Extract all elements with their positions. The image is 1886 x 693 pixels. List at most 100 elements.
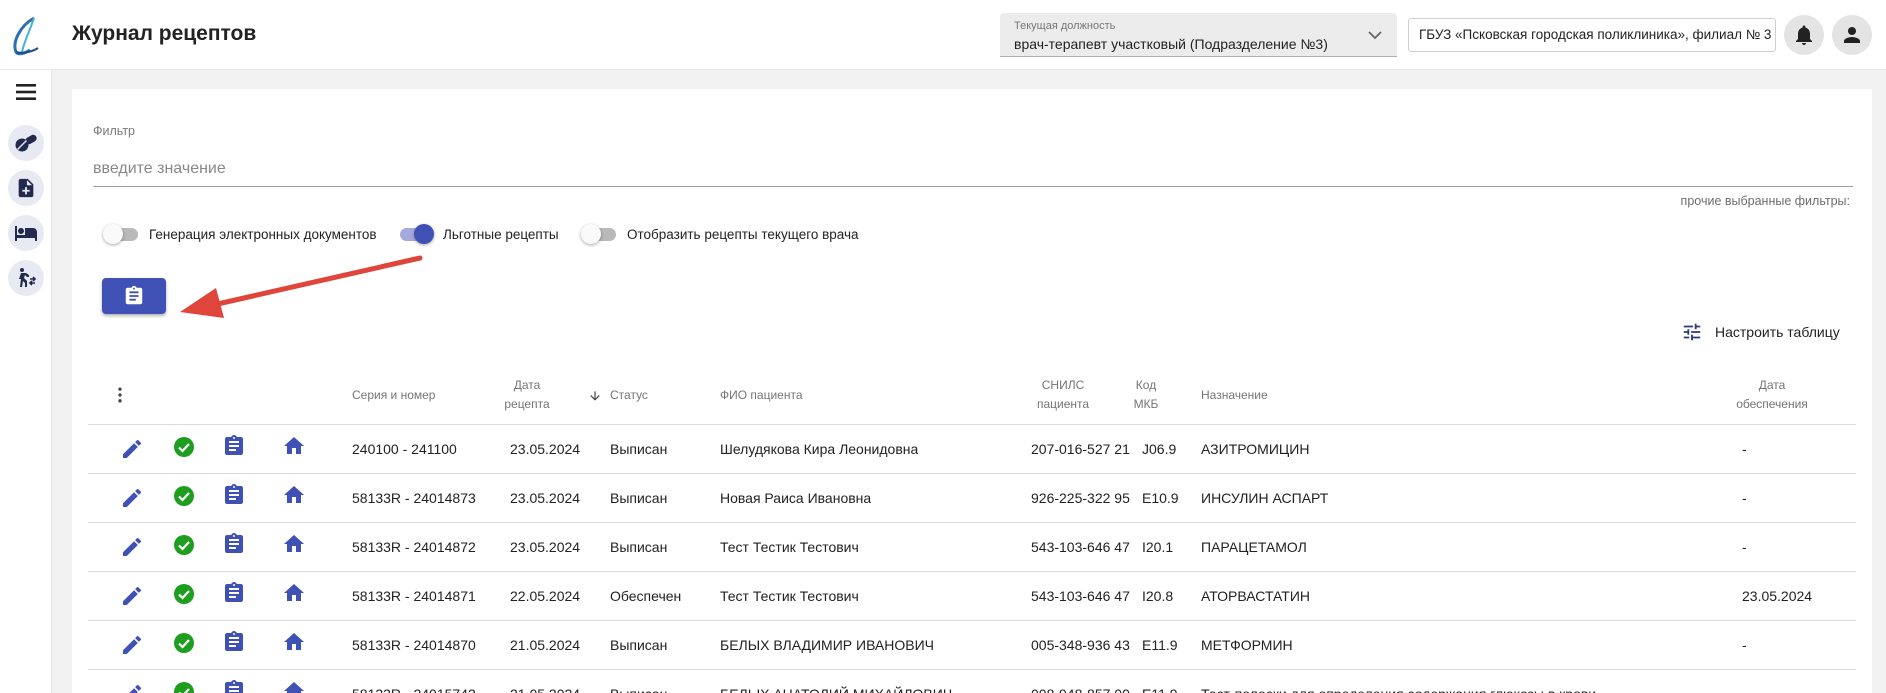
cell-snils: 008-948-857 00 xyxy=(1031,670,1130,693)
cell-patient: БЕЛЫХ ВЛАДИМИР ИВАНОВИЧ xyxy=(720,637,935,653)
other-filters-label: прочие выбранные фильтры: xyxy=(1680,194,1850,208)
cell-snils: 926-225-322 95 xyxy=(1031,490,1130,506)
cell-mkb: I20.1 xyxy=(1142,539,1174,555)
cell-mkb: I20.8 xyxy=(1142,588,1174,604)
table-row[interactable]: 240100 - 241100 23.05.2024 Выписан Шелуд… xyxy=(88,425,1856,474)
cell-patient: БЕЛЫХ АНАТОЛИЙ МИХАЙЛОВИЧ xyxy=(720,670,952,693)
home-icon[interactable] xyxy=(282,679,306,693)
account-button[interactable] xyxy=(1832,15,1872,55)
toggle-switch[interactable] xyxy=(581,224,617,244)
toggle-label: Льготные рецепты xyxy=(443,226,559,242)
clipboard-icon[interactable] xyxy=(222,581,246,605)
header-date[interactable]: Дата рецепта xyxy=(492,376,562,414)
header-snils[interactable]: СНИЛС пациента xyxy=(1028,376,1098,414)
cell-series: 58133R - 24014871 xyxy=(352,588,476,604)
check-circle-icon xyxy=(174,486,194,506)
toggle-label: Генерация электронных документов xyxy=(149,226,377,242)
table-row[interactable]: 58133R - 24014870 21.05.2024 Выписан БЕЛ… xyxy=(88,621,1856,670)
sidebar-item-transfer[interactable] xyxy=(8,260,44,296)
home-icon[interactable] xyxy=(282,532,306,556)
sort-arrow-down-icon[interactable] xyxy=(588,389,602,403)
edit-icon[interactable] xyxy=(120,682,144,693)
table-row[interactable]: 58133R - 24014873 23.05.2024 Выписан Нов… xyxy=(88,474,1856,523)
header-series[interactable]: Серия и номер xyxy=(352,386,435,405)
edit-icon[interactable] xyxy=(120,535,144,559)
position-label: Текущая должность xyxy=(1014,20,1116,32)
cell-series: 58133R - 24014870 xyxy=(352,637,476,653)
header-date-line1: Дата xyxy=(513,378,541,392)
check-circle-icon xyxy=(174,535,194,555)
sidebar-item-medications[interactable] xyxy=(8,125,44,161)
header-snils-line1: СНИЛС xyxy=(1041,378,1085,392)
toggle-e-documents[interactable]: Генерация электронных документов xyxy=(103,224,377,244)
header-mkb-line1: Код xyxy=(1135,378,1157,392)
toggle-preferential-prescriptions[interactable]: Льготные рецепты xyxy=(397,224,559,244)
header-supply-date[interactable]: Дата обеспечения xyxy=(1732,376,1812,414)
toggle-switch[interactable] xyxy=(397,224,434,244)
cell-snils: 543-103-646 47 xyxy=(1031,588,1130,604)
create-prescription-button[interactable] xyxy=(102,278,166,314)
home-icon[interactable] xyxy=(282,630,306,654)
clipboard-icon[interactable] xyxy=(222,483,246,507)
toggle-current-doctor[interactable]: Отобразить рецепты текущего врача xyxy=(581,224,859,244)
home-icon[interactable] xyxy=(282,483,306,507)
home-icon[interactable] xyxy=(282,581,306,605)
configure-table-button[interactable]: Настроить таблицу xyxy=(1681,321,1840,343)
sidebar-item-hospital[interactable] xyxy=(8,215,44,251)
table-row[interactable]: 58133R - 24015742 21.05.2024 Выписан БЕЛ… xyxy=(88,670,1856,693)
prescriptions-table: Серия и номер Дата рецепта Статус ФИО па… xyxy=(88,369,1856,693)
cell-patient: Новая Раиса Ивановна xyxy=(720,490,872,506)
check-circle-icon xyxy=(174,682,194,693)
edit-icon[interactable] xyxy=(120,584,144,608)
cell-date: 21.05.2024 xyxy=(510,670,580,693)
clipboard-icon[interactable] xyxy=(222,532,246,556)
filter-input[interactable] xyxy=(93,151,1853,187)
bell-icon xyxy=(1796,25,1812,45)
toggle-switch[interactable] xyxy=(103,224,139,244)
header-status[interactable]: Статус xyxy=(610,386,648,405)
clipboard-icon[interactable] xyxy=(222,679,246,693)
sidebar xyxy=(0,70,52,693)
cell-mkb: J06.9 xyxy=(1142,441,1177,457)
cell-date: 23.05.2024 xyxy=(510,490,581,506)
organization-selector[interactable]: ГБУЗ «Псковская городская поликлиника», … xyxy=(1408,18,1776,52)
edit-icon[interactable] xyxy=(120,437,144,461)
clipboard-icon[interactable] xyxy=(222,434,246,458)
header-purpose[interactable]: Назначение xyxy=(1201,386,1268,405)
cell-series: 58133R - 24015742 xyxy=(352,670,476,693)
cell-status: Выписан xyxy=(610,490,668,506)
annotation-arrow xyxy=(180,255,423,318)
edit-icon[interactable] xyxy=(120,486,144,510)
more-vert-icon[interactable] xyxy=(110,385,130,405)
clipboard-icon[interactable] xyxy=(222,630,246,654)
position-select[interactable]: Текущая должность врач-терапевт участков… xyxy=(1000,13,1397,57)
cell-status: Выписан xyxy=(610,670,667,693)
cell-status: Выписан xyxy=(610,441,668,457)
file-plus-icon xyxy=(18,178,34,198)
cell-purpose: Тест-полоски для определения содержания … xyxy=(1201,670,1596,693)
page-title: Журнал рецептов xyxy=(72,22,257,45)
cell-series: 58133R - 24014872 xyxy=(352,539,476,555)
sidebar-item-new-document[interactable] xyxy=(8,170,44,206)
header-patient[interactable]: ФИО пациента xyxy=(720,386,803,405)
edit-icon[interactable] xyxy=(120,633,144,657)
cell-purpose: АТОРВАСТАТИН xyxy=(1201,588,1310,604)
table-row[interactable]: 58133R - 24014872 23.05.2024 Выписан Тес… xyxy=(88,523,1856,572)
cell-patient: Тест Тестик Тестович xyxy=(720,539,859,555)
cell-purpose: ИНСУЛИН АСПАРТ xyxy=(1201,490,1329,506)
toggle-label: Отобразить рецепты текущего врача xyxy=(627,226,859,242)
menu-icon[interactable] xyxy=(14,80,38,104)
header-supply-line1: Дата xyxy=(1758,378,1786,392)
pills-icon xyxy=(15,134,37,152)
cell-mkb: E10.9 xyxy=(1142,490,1179,506)
bed-icon xyxy=(15,226,37,241)
cell-series: 240100 - 241100 xyxy=(352,441,457,457)
table-row[interactable]: 58133R - 24014871 22.05.2024 Обеспечен Т… xyxy=(88,572,1856,621)
header-mkb[interactable]: Код МКБ xyxy=(1128,376,1164,414)
notifications-button[interactable] xyxy=(1784,15,1824,55)
home-icon[interactable] xyxy=(282,434,306,458)
check-circle-icon xyxy=(174,584,194,604)
logo-icon[interactable] xyxy=(10,16,42,56)
account-icon xyxy=(1844,27,1860,43)
cell-date: 21.05.2024 xyxy=(510,637,581,653)
